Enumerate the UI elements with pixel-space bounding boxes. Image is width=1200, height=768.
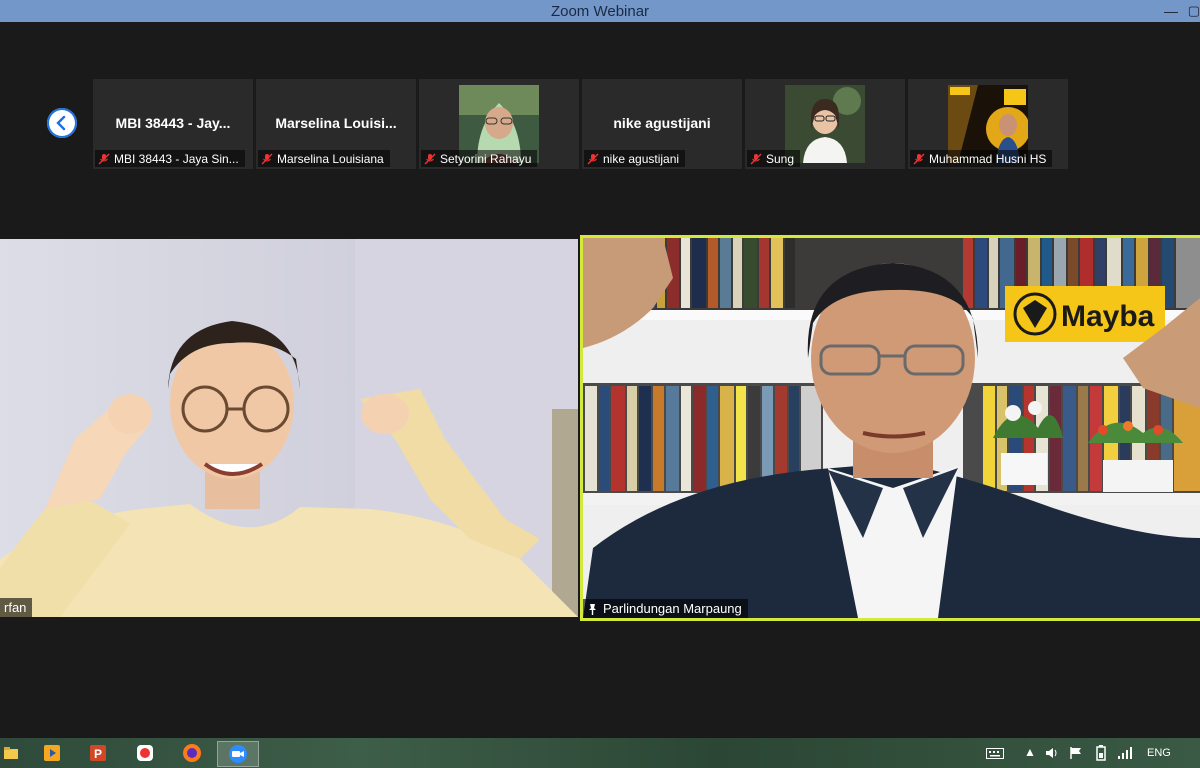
svg-text:P: P	[94, 747, 102, 761]
participant-name-label: Parlindungan Marpaung	[583, 599, 748, 618]
volume-icon[interactable]	[1045, 746, 1059, 760]
pin-icon	[589, 603, 596, 615]
zoom-icon[interactable]	[217, 741, 259, 767]
sign-text: Mayba	[1061, 300, 1155, 333]
language-indicator[interactable]: ENG	[1147, 747, 1171, 759]
battery-icon[interactable]	[1093, 745, 1109, 761]
mic-muted-icon	[587, 153, 599, 164]
mic-muted-icon	[261, 153, 273, 164]
chevron-left-icon	[56, 115, 66, 131]
participant-label: nike agustijani	[584, 150, 686, 167]
participant-thumb[interactable]: Sung	[745, 79, 905, 169]
recorder-icon[interactable]	[133, 741, 157, 765]
title-bar: Zoom Webinar — ▢	[0, 0, 1200, 22]
participant-label: Marselina Louisiana	[258, 150, 390, 167]
tray-expand-icon[interactable]: ▲	[1024, 745, 1036, 759]
window-title: Zoom Webinar	[550, 2, 650, 20]
participant-thumb[interactable]: nike agustijani nike agustijani	[582, 79, 742, 169]
mic-muted-icon	[424, 153, 436, 164]
minimize-button[interactable]: —	[1164, 3, 1178, 19]
participant-label: Sung	[747, 150, 801, 167]
participant-label: Muhammad Husni HS	[910, 150, 1053, 167]
participant-label: MBI 38443 - Jaya Sin...	[95, 150, 245, 167]
video-tile-left[interactable]: rfan	[0, 239, 578, 617]
mic-muted-icon	[750, 153, 762, 164]
participant-name-label: rfan	[0, 598, 33, 617]
participant-video	[0, 239, 578, 617]
participant-video: Mayba	[583, 238, 1200, 618]
powerpoint-icon[interactable]: P	[86, 741, 110, 765]
flag-icon[interactable]	[1069, 746, 1083, 760]
maximize-button[interactable]: ▢	[1188, 3, 1200, 19]
signal-icon[interactable]	[1117, 746, 1133, 760]
firefox-icon[interactable]	[172, 741, 212, 765]
participant-thumb[interactable]: MBI 38443 - Jay... MBI 38443 - Jaya Sin.…	[93, 79, 253, 169]
mic-muted-icon	[98, 153, 110, 164]
windows-taskbar: P ▲ ENG	[0, 738, 1200, 768]
media-player-icon[interactable]	[40, 741, 64, 765]
mic-muted-icon	[913, 153, 925, 164]
participant-thumb[interactable]: Setyorini Rahayu	[419, 79, 579, 169]
participant-label: Setyorini Rahayu	[421, 150, 538, 167]
participant-name: Marselina Louisi...	[275, 115, 397, 131]
video-tile-right[interactable]: Mayba Parlindungan Marpaung	[580, 235, 1200, 621]
strip-back-button[interactable]	[47, 108, 77, 138]
participant-name: nike agustijani	[613, 115, 711, 131]
keyboard-icon[interactable]	[986, 748, 1004, 759]
participant-thumb[interactable]: Muhammad Husni HS	[908, 79, 1068, 169]
file-explorer-icon[interactable]	[0, 741, 24, 765]
participant-thumb[interactable]: Marselina Louisi... Marselina Louisiana	[256, 79, 416, 169]
participant-name: MBI 38443 - Jay...	[115, 115, 231, 131]
